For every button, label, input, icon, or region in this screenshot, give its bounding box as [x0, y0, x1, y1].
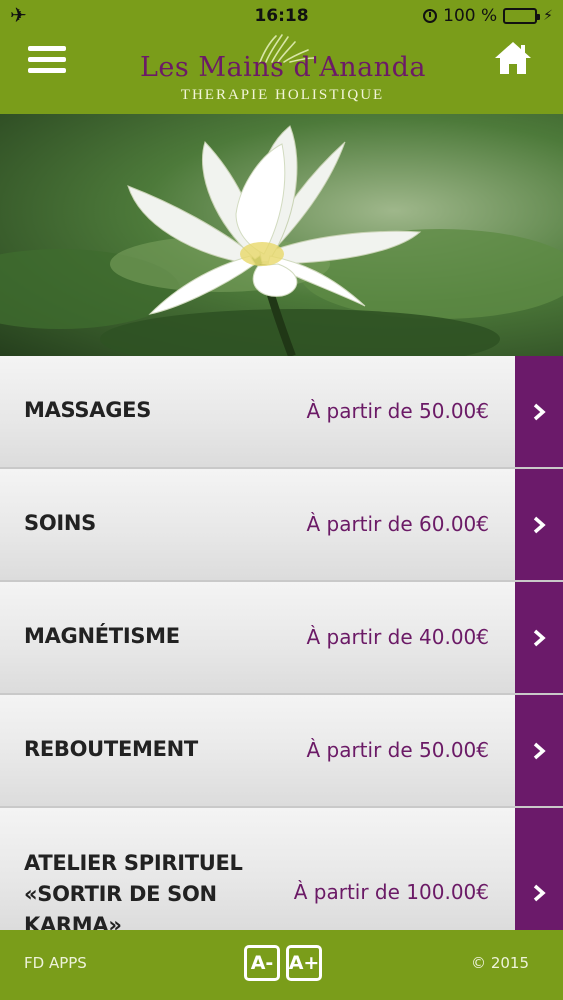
- logo[interactable]: Les Mains d'Ananda THERAPIE HOLISTIQUE: [140, 32, 427, 114]
- service-name: MASSAGES: [24, 398, 152, 422]
- service-row-soins[interactable]: SOINS À partir de 60.00€: [0, 469, 563, 582]
- service-price: À partir de 50.00€: [306, 738, 489, 762]
- service-row-reboutement[interactable]: REBOUTEMENT À partir de 50.00€: [0, 695, 563, 808]
- logo-subtitle: THERAPIE HOLISTIQUE: [180, 87, 385, 103]
- lotus-hero-image: [0, 114, 563, 356]
- service-name: REBOUTEMENT: [24, 737, 198, 761]
- chevron-right-icon[interactable]: [515, 582, 563, 693]
- chevron-right-icon[interactable]: [515, 469, 563, 580]
- logo-title: Les Mains d'Ananda: [140, 52, 427, 83]
- service-name-line: «SORTIR DE SON: [24, 882, 217, 906]
- home-icon[interactable]: [493, 40, 533, 76]
- status-right: 100 % ⚡: [423, 6, 553, 26]
- service-row-atelier-spirituel[interactable]: ATELIER SPIRITUEL «SORTIR DE SON KARMA» …: [0, 808, 563, 937]
- charging-icon: ⚡: [543, 8, 553, 24]
- font-increase-button[interactable]: A+: [286, 945, 322, 981]
- service-name: SOINS: [24, 511, 96, 535]
- service-price: À partir de 40.00€: [306, 625, 489, 649]
- service-row-massages[interactable]: MASSAGES À partir de 50.00€: [0, 356, 563, 469]
- status-bar: ✈ 16:18 100 % ⚡: [0, 0, 563, 32]
- app-header: Les Mains d'Ananda THERAPIE HOLISTIQUE: [0, 32, 563, 114]
- service-name: ATELIER SPIRITUEL «SORTIR DE SON KARMA»: [24, 848, 243, 941]
- service-name: MAGNÉTISME: [24, 624, 180, 648]
- service-price: À partir de 50.00€: [306, 399, 489, 423]
- app-footer: FD APPS A- A+ © 2015: [0, 930, 563, 1000]
- service-name-line: ATELIER SPIRITUEL: [24, 851, 243, 875]
- alarm-icon: [423, 9, 438, 23]
- lotus-flower-illustration: [0, 125, 563, 356]
- service-price: À partir de 60.00€: [306, 512, 489, 536]
- service-price: À partir de 100.00€: [293, 880, 489, 904]
- font-decrease-button[interactable]: A-: [244, 945, 280, 981]
- chevron-right-icon[interactable]: [515, 808, 563, 930]
- battery-percent: 100 %: [443, 6, 498, 26]
- footer-copyright: © 2015: [471, 954, 529, 972]
- chevron-right-icon[interactable]: [515, 356, 563, 467]
- hamburger-menu-icon[interactable]: [28, 46, 66, 74]
- chevron-right-icon[interactable]: [515, 695, 563, 806]
- service-row-magnetisme[interactable]: MAGNÉTISME À partir de 40.00€: [0, 582, 563, 695]
- services-list: MASSAGES À partir de 50.00€ SOINS À part…: [0, 356, 563, 937]
- footer-credit[interactable]: FD APPS: [24, 954, 87, 972]
- battery-icon: [503, 8, 541, 24]
